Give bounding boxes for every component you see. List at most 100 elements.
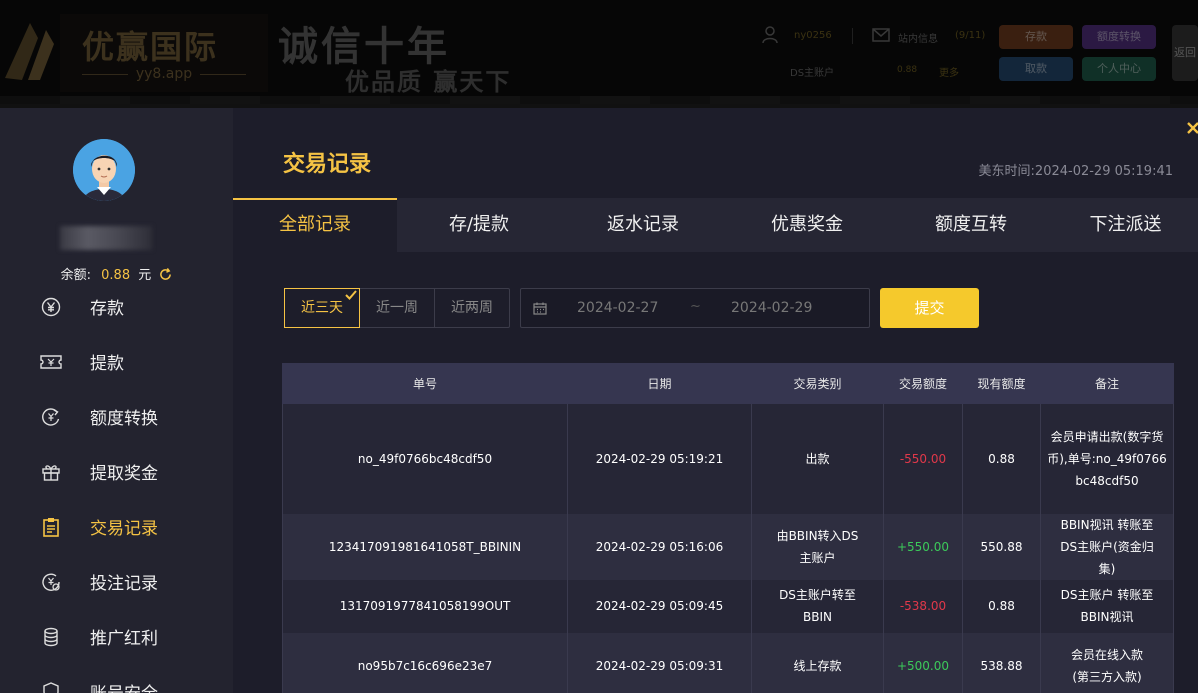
cell-type: DS主账户转至BBIN — [751, 579, 884, 633]
header-side-button[interactable]: 返回 — [1172, 25, 1198, 81]
tab-bet-rewards[interactable]: 下注派送 — [1053, 198, 1198, 252]
table-row: no95b7c16c696e23e7 2024-02-29 05:09:31 线… — [282, 632, 1174, 693]
us-east-time: 美东时间:2024-02-29 05:19:41 — [979, 160, 1173, 179]
cell-type: 线上存款 — [751, 632, 884, 693]
tab-all[interactable]: 全部记录 — [233, 198, 397, 252]
logo[interactable]: 优赢国际 yy8.app — [60, 14, 268, 92]
date-from[interactable]: 2024-02-27 — [577, 300, 658, 316]
logo-wing-icon — [5, 23, 54, 80]
tab-transfer[interactable]: 额度互转 — [889, 198, 1053, 252]
date-to[interactable]: 2024-02-29 — [731, 300, 812, 316]
user-icon — [762, 26, 778, 44]
shield-icon — [40, 681, 62, 693]
cell-date: 2024-02-29 05:16:06 — [567, 513, 752, 580]
range-1-week[interactable]: 近一周 — [360, 289, 435, 327]
header-divider — [852, 28, 853, 44]
cell-id: 123417091981641058T_BBININ — [282, 513, 568, 580]
main-panel: 交易记录 美东时间:2024-02-29 05:19:41 全部记录 存/提款 … — [233, 108, 1198, 693]
col-header-note: 备注 — [1040, 363, 1174, 404]
col-header-id: 单号 — [282, 363, 568, 404]
sidebar-item-label: 账号安全 — [90, 679, 158, 693]
col-header-date: 日期 — [567, 363, 752, 404]
date-separator: ~ — [690, 299, 701, 314]
clipboard-icon — [40, 516, 62, 538]
sidebar-item-label: 存款 — [90, 299, 124, 319]
header-deposit-button[interactable]: 存款 — [999, 25, 1073, 49]
sidebar-item-security[interactable]: 账号安全 — [0, 664, 233, 693]
sidebar: 余额: 0.88 元 存款 提款 额度转换 提取奖金 交易记录 投注记录 推广红… — [0, 108, 233, 693]
header-ds-value: 0.88 — [897, 65, 918, 75]
tab-rebate[interactable]: 返水记录 — [561, 198, 725, 252]
cell-balance: 550.88 — [962, 513, 1041, 580]
site-header: 优赢国际 yy8.app 诚信十年 优品质 赢天下 ny0256 站内信息 (9… — [0, 0, 1198, 104]
sidebar-item-label: 投注记录 — [90, 574, 158, 594]
ticket-icon — [40, 351, 62, 373]
date-range-picker[interactable]: 2024-02-27 ~ 2024-02-29 — [520, 288, 870, 328]
username-blurred — [60, 226, 152, 250]
time-value: 2024-02-29 05:19:41 — [1034, 164, 1173, 179]
range-3-days[interactable]: 近三天 — [284, 288, 360, 328]
logo-url: yy8.app — [60, 66, 268, 82]
sidebar-item-label: 额度转换 — [90, 409, 158, 429]
table-row: no_49f0766bc48cdf50 2024-02-29 05:19:21 … — [282, 403, 1174, 514]
exchange-icon — [40, 406, 62, 428]
cell-date: 2024-02-29 05:09:31 — [567, 632, 752, 693]
transactions-table: 单号 日期 交易类别 交易额度 现有额度 备注 no_49f0766bc48cd… — [282, 363, 1174, 693]
sidebar-nav: 存款 提款 额度转换 提取奖金 交易记录 投注记录 推广红利 — [0, 279, 233, 693]
sidebar-item-bets[interactable]: 投注记录 — [0, 554, 233, 609]
cell-balance: 538.88 — [962, 632, 1041, 693]
sidebar-item-promo[interactable]: 推广红利 — [0, 609, 233, 664]
range-label: 近三天 — [301, 300, 343, 316]
check-icon — [345, 290, 357, 300]
close-icon[interactable] — [1186, 118, 1198, 140]
cell-id: no_49f0766bc48cdf50 — [282, 403, 568, 514]
sidebar-item-transfer[interactable]: 额度转换 — [0, 389, 233, 444]
bet-icon — [40, 571, 62, 593]
sidebar-item-bonus[interactable]: 提取奖金 — [0, 444, 233, 499]
message-icon — [872, 28, 890, 42]
page-title: 交易记录 — [283, 152, 372, 177]
header-transfer-button[interactable]: 额度转换 — [1082, 25, 1156, 49]
cell-date: 2024-02-29 05:19:21 — [567, 403, 752, 514]
time-label: 美东时间: — [978, 164, 1035, 179]
cell-amount: -550.00 — [883, 403, 963, 514]
gift-icon — [40, 461, 62, 483]
account-modal: 余额: 0.88 元 存款 提款 额度转换 提取奖金 交易记录 投注记录 推广红… — [0, 108, 1198, 693]
header-personal-button[interactable]: 个人中心 — [1082, 57, 1156, 81]
slogan-sub: 优品质 赢天下 — [345, 67, 512, 96]
header-messages-count: (9/11) — [955, 30, 986, 41]
coins-icon — [40, 626, 62, 648]
col-header-balance: 现有额度 — [962, 363, 1041, 404]
header-ds-more[interactable]: 更多 — [939, 64, 959, 79]
sidebar-item-withdraw[interactable]: 提款 — [0, 334, 233, 389]
cell-id: 1317091977841058199OUT — [282, 579, 568, 633]
submit-button[interactable]: 提交 — [880, 288, 979, 328]
cell-balance: 0.88 — [962, 403, 1041, 514]
cell-note: BBIN视讯 转账至 DS主账户(资金归集) — [1040, 513, 1174, 580]
table-row: 123417091981641058T_BBININ 2024-02-29 05… — [282, 513, 1174, 580]
header-ds-label: DS主账户 — [790, 68, 835, 79]
col-header-amount: 交易额度 — [883, 363, 963, 404]
calendar-icon — [533, 302, 547, 315]
sidebar-item-label: 交易记录 — [90, 519, 158, 539]
col-header-type: 交易类别 — [751, 363, 884, 404]
header-username[interactable]: ny0256 — [794, 30, 832, 41]
sidebar-item-transactions[interactable]: 交易记录 — [0, 499, 233, 554]
cell-date: 2024-02-29 05:09:45 — [567, 579, 752, 633]
quick-range-group: 近三天 近一周 近两周 — [284, 288, 510, 328]
cell-note: DS主账户 转账至 BBIN视讯 — [1040, 579, 1174, 633]
header-withdraw-button[interactable]: 取款 — [999, 57, 1073, 81]
sidebar-item-deposit[interactable]: 存款 — [0, 279, 233, 334]
sidebar-item-label: 提取奖金 — [90, 464, 158, 484]
header-messages[interactable]: 站内信息 — [898, 30, 938, 45]
range-2-weeks[interactable]: 近两周 — [435, 289, 509, 327]
nav-strip — [0, 96, 1198, 104]
avatar — [73, 139, 135, 201]
cell-amount: +550.00 — [883, 513, 963, 580]
record-tabs: 全部记录 存/提款 返水记录 优惠奖金 额度互转 下注派送 — [233, 198, 1198, 252]
logo-name: 优赢国际 — [82, 28, 219, 66]
sidebar-item-label: 推广红利 — [90, 629, 158, 649]
tab-deposit-withdraw[interactable]: 存/提款 — [397, 198, 561, 252]
tab-bonus[interactable]: 优惠奖金 — [725, 198, 889, 252]
table-header-row: 单号 日期 交易类别 交易额度 现有额度 备注 — [282, 363, 1174, 404]
